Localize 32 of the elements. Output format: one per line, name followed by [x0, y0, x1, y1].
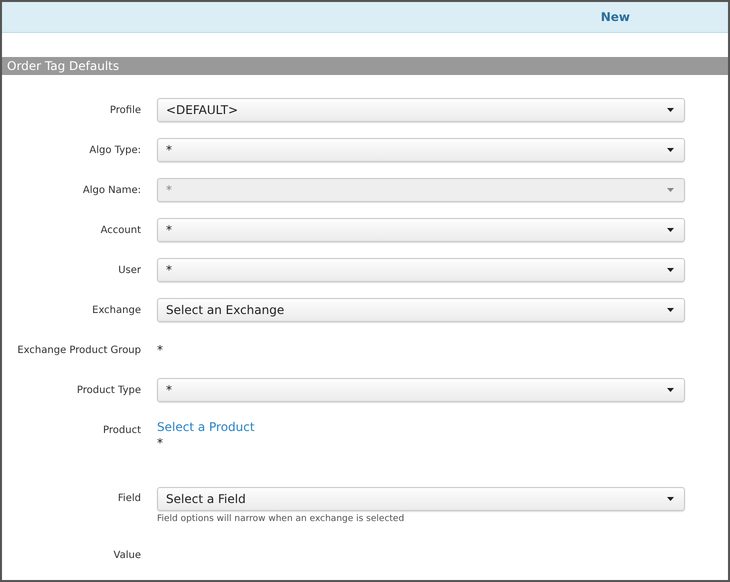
dropdown[interactable]: Select a Field — [157, 487, 685, 511]
select-product-link[interactable]: Select a Product — [157, 420, 255, 434]
caret-icon — [667, 228, 674, 232]
field-label: Field — [118, 492, 142, 504]
field-value: * — [157, 436, 164, 450]
caret-icon — [667, 268, 674, 272]
field-label: Algo Name: — [82, 184, 142, 196]
field-label: Product Type — [76, 384, 142, 396]
section-header: Order Tag Defaults — [2, 57, 728, 75]
field-label: User — [118, 264, 142, 276]
dropdown[interactable]: Select an Exchange — [157, 298, 685, 322]
caret-icon — [667, 388, 674, 392]
caret-icon — [667, 188, 674, 192]
field-label: Profile — [110, 104, 142, 116]
field-label: Product — [103, 424, 142, 436]
dropdown[interactable]: * — [157, 218, 685, 242]
dropdown[interactable]: <DEFAULT> — [157, 98, 685, 122]
field-label: Exchange — [92, 304, 142, 316]
field-label: Value — [114, 550, 142, 560]
new-button[interactable]: New — [600, 10, 630, 24]
dropdown[interactable]: * — [157, 138, 685, 162]
caret-icon — [667, 497, 674, 501]
field-label: Algo Type: — [89, 144, 142, 156]
field-value: * — [157, 343, 164, 357]
caret-icon — [667, 308, 674, 312]
hint-text: Field options will narrow when an exchange is selected — [157, 514, 406, 524]
field-label: Account — [100, 224, 142, 236]
caret-icon — [667, 148, 674, 152]
caret-icon — [667, 108, 674, 112]
dropdown[interactable]: * — [157, 378, 685, 402]
dropdown[interactable]: * — [157, 258, 685, 282]
field-label: Exchange Product Group — [17, 344, 142, 356]
